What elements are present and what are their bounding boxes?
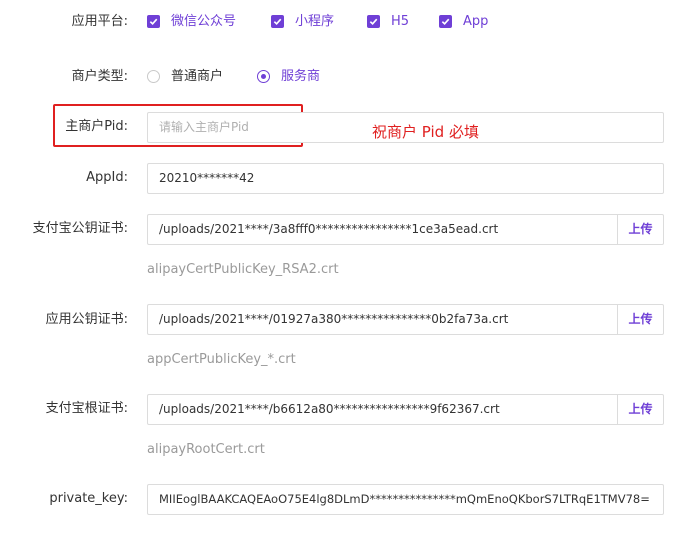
app-public-cert-label: 应用公钥证书: [45, 312, 128, 327]
checkbox-wechat[interactable] [147, 15, 160, 28]
appid-label: AppId: [86, 170, 128, 185]
checkbox-app[interactable] [439, 15, 452, 28]
merchant-type-label: 商户类型: [71, 69, 128, 84]
alipay-root-cert-hint: alipayRootCert.crt [147, 442, 265, 457]
checkbox-miniprogram[interactable] [271, 15, 284, 28]
checkbox-label-app[interactable]: App [463, 12, 488, 32]
check-icon [367, 15, 380, 28]
alipay-root-cert-input[interactable]: /uploads/2021****/b6612a80**************… [147, 394, 618, 425]
private-key-label: private_key: [49, 491, 128, 506]
alipay-public-cert-input[interactable]: /uploads/2021****/3a8fff0***************… [147, 214, 618, 245]
app-public-cert-hint: appCertPublicKey_*.crt [147, 352, 296, 367]
checkbox-label-wechat[interactable]: 微信公众号 [171, 12, 236, 32]
required-annotation: 祝商户 Pid 必填 [372, 123, 479, 141]
alipay-root-cert-upload-button[interactable]: 上传 [618, 394, 664, 425]
alipay-public-cert-hint: alipayCertPublicKey_RSA2.crt [147, 262, 339, 277]
checkbox-h5[interactable] [367, 15, 380, 28]
alipay-public-cert-upload-button[interactable]: 上传 [618, 214, 664, 245]
platform-label: 应用平台: [71, 14, 128, 29]
app-public-cert-upload-button[interactable]: 上传 [618, 304, 664, 335]
alipay-public-cert-label: 支付宝公钥证书: [32, 221, 128, 236]
alipay-root-cert-label: 支付宝根证书: [45, 401, 128, 416]
appid-input[interactable]: 20210*******42 [147, 163, 664, 194]
main-pid-label: 主商户Pid: [65, 119, 128, 134]
check-icon [147, 15, 160, 28]
check-icon [271, 15, 284, 28]
checkbox-label-h5[interactable]: H5 [391, 12, 409, 32]
radio-service-provider[interactable] [257, 70, 270, 83]
private-key-input[interactable]: MIIEoglBAAKCAQEAoO75E4lg8DLmD***********… [147, 484, 664, 515]
app-public-cert-input[interactable]: /uploads/2021****/01927a380*************… [147, 304, 618, 335]
checkbox-label-miniprogram[interactable]: 小程序 [295, 12, 334, 32]
radio-normal-merchant[interactable] [147, 70, 160, 83]
check-icon [439, 15, 452, 28]
radio-label-service-provider[interactable]: 服务商 [281, 67, 320, 87]
radio-label-normal-merchant[interactable]: 普通商户 [171, 67, 223, 87]
